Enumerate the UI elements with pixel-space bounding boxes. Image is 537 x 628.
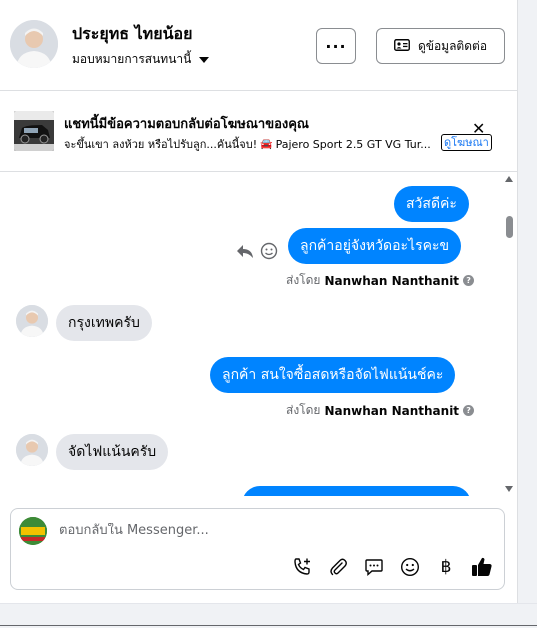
more-label: ··· xyxy=(325,36,347,56)
contact-avatar[interactable] xyxy=(10,20,58,68)
view-contact-button[interactable]: ดูข้อมูลติดต่อ xyxy=(376,28,505,64)
message-list: สวัสดีค่ะ ลูกค้าอยู่จังหวัดอะไรคะข ส่งโด… xyxy=(0,172,517,496)
scroll-up-arrow[interactable] xyxy=(505,176,513,182)
sent-by-prefix: ส่งโดย xyxy=(286,403,321,417)
reply-composer: ฿ xyxy=(10,508,505,590)
outgoing-message-partial[interactable] xyxy=(242,486,471,496)
assign-dropdown[interactable]: มอบหมายการสนทนานี้ xyxy=(72,50,210,69)
chevron-down-icon xyxy=(199,56,210,63)
thumbs-up-icon[interactable] xyxy=(470,555,494,579)
contact-card-icon xyxy=(394,38,410,54)
more-options-button[interactable]: ··· xyxy=(316,28,356,64)
incoming-message[interactable]: จัดไฟแน้นครับ xyxy=(56,434,169,470)
baht-icon[interactable]: ฿ xyxy=(434,555,458,579)
info-icon[interactable]: ? xyxy=(463,405,475,416)
ad-caption: จะขึ้นเขา ลงห้วย หรือไปรับลูก...คันนี้จบ… xyxy=(64,138,258,151)
page-avatar xyxy=(19,517,47,545)
contact-name: ประยุทธ ไทยน้อย xyxy=(72,24,193,43)
outgoing-message[interactable]: ลูกค้า สนใจซื้อสดหรือจัดไฟแน้นช์คะ xyxy=(210,357,456,393)
contact-avatar-small xyxy=(16,434,48,466)
phone-add-icon[interactable] xyxy=(290,555,314,579)
ad-thumbnail xyxy=(14,111,54,151)
window-edge xyxy=(518,0,537,603)
sender-name: Nanwhan Nanthanit xyxy=(324,403,460,418)
paperclip-icon[interactable] xyxy=(326,555,350,579)
sent-by-prefix: ส่งโดย xyxy=(286,273,321,287)
chat-bubble-icon[interactable] xyxy=(362,555,386,579)
outgoing-message[interactable]: ลูกค้าอยู่จังหวัดอะไรคะข xyxy=(288,228,462,264)
ad-car-label: Pajero Sport 2.5 GT VG Tur... xyxy=(275,137,431,151)
conversation-panel: ประยุทธ ไทยน้อย มอบหมายการสนทนานี้ ··· ด… xyxy=(0,0,518,603)
scroll-down-arrow[interactable] xyxy=(505,486,513,492)
contact-avatar-small xyxy=(16,305,48,337)
smile-icon[interactable] xyxy=(398,555,422,579)
ad-banner-title: แชทนี้มีข้อความตอบกลับต่อโฆษณาของคุณ xyxy=(64,117,309,132)
smile-icon[interactable] xyxy=(260,242,278,264)
sender-name: Nanwhan Nanthanit xyxy=(324,273,460,288)
bottom-bar xyxy=(0,603,537,628)
incoming-message[interactable]: กรุงเทพครับ xyxy=(56,305,152,341)
ad-reply-banner: แชทนี้มีข้อความตอบกลับต่อโฆษณาของคุณ จะข… xyxy=(0,91,517,172)
sent-by-label: ส่งโดย Nanwhan Nanthanit ? xyxy=(286,401,475,420)
reply-icon[interactable] xyxy=(236,243,254,263)
sent-by-label: ส่งโดย Nanwhan Nanthanit ? xyxy=(286,271,475,290)
car-icon: 🚘 xyxy=(260,138,273,150)
assign-label: มอบหมายการสนทนานี้ xyxy=(72,52,192,66)
scrollbar-thumb[interactable] xyxy=(506,216,513,238)
contact-button-label: ดูข้อมูลติดต่อ xyxy=(417,38,488,53)
conversation-header: ประยุทธ ไทยน้อย มอบหมายการสนทนานี้ ··· ด… xyxy=(0,0,517,91)
info-icon[interactable]: ? xyxy=(463,275,475,286)
outgoing-message[interactable]: สวัสดีค่ะ xyxy=(394,186,469,222)
message-input[interactable] xyxy=(59,523,479,538)
message-actions xyxy=(236,242,278,264)
ad-preview-text: จะขึ้นเขา ลงห้วย หรือไปรับลูก...คันนี้จบ… xyxy=(64,135,431,153)
close-icon[interactable]: ✕ xyxy=(472,119,485,138)
